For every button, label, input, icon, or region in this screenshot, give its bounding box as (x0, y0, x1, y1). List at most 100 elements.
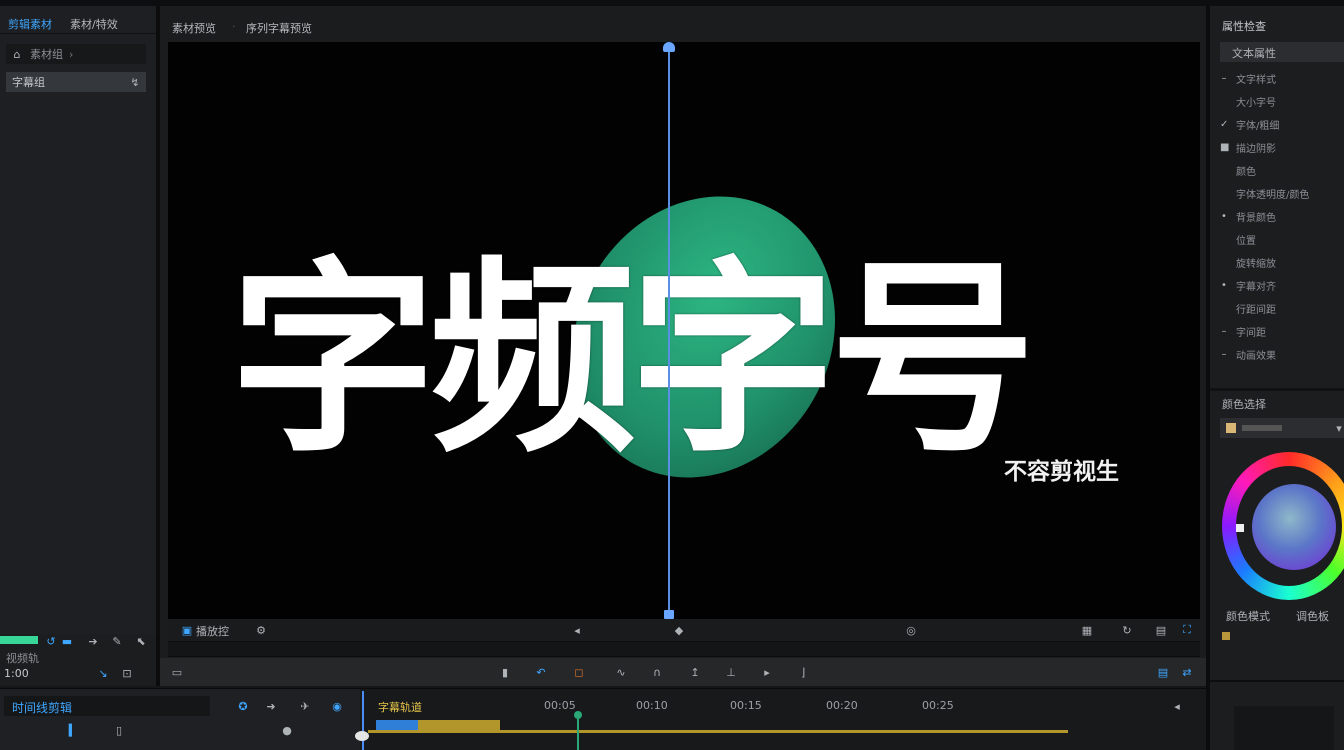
property-row-label: 字体透明度/颜色 (1236, 189, 1310, 201)
select-tool-icon[interactable]: ⬉ (134, 634, 148, 648)
property-row[interactable]: 位置 (1220, 229, 1344, 249)
mute-icon[interactable]: ◂ (570, 623, 584, 637)
left-tool-strip: ↺ ▬ ➔ ✎ ⬉ 视频轨 1:00 ↘ ⊡ (0, 634, 156, 686)
timeline-title: 时间线剪辑 (12, 701, 73, 715)
timeline-track-line (368, 730, 1068, 733)
guide-handle-bottom[interactable] (664, 610, 674, 619)
target-icon[interactable]: ◉ (330, 699, 344, 713)
timeline-clip-selection (376, 720, 418, 730)
tab-separator: · (232, 20, 236, 33)
viewer-scrub-bar[interactable] (168, 641, 1200, 657)
timeline-clip[interactable] (376, 720, 500, 730)
ruler-label-2: 00:10 (636, 699, 668, 712)
property-field[interactable]: 文本属性 (1220, 42, 1344, 62)
level-meter (0, 636, 38, 644)
property-row[interactable]: – 动画效果 (1220, 344, 1344, 364)
property-row[interactable]: 旋转缩放 (1220, 252, 1344, 272)
minus-tool-icon[interactable]: ▬ (60, 634, 74, 648)
track-mute-icon[interactable]: ▯ (112, 723, 126, 737)
snap-icon[interactable]: ∿ (614, 665, 628, 679)
property-row[interactable]: 行距间距 (1220, 298, 1344, 318)
mini-preview (1234, 706, 1334, 750)
next-icon[interactable]: ▸ (760, 665, 774, 679)
settings-icon[interactable]: ⚙ (254, 623, 268, 637)
timecode: 1:00 (4, 667, 29, 680)
keyframe-icon[interactable]: ● (280, 723, 294, 737)
razor-icon[interactable]: ∩ (650, 665, 664, 679)
timeline-settings-icon[interactable]: ◂ (1170, 699, 1184, 713)
tab-media[interactable]: 剪辑素材 (8, 16, 52, 32)
property-row-label: 背景颜色 (1236, 212, 1276, 224)
left-panel-tabbar: 剪辑素材 素材/特效 (0, 12, 156, 34)
vertical-divider-right (1206, 6, 1210, 750)
list-item-selected[interactable]: 字幕组 ↯ (6, 72, 146, 92)
property-row[interactable]: • 字幕对齐 (1220, 275, 1344, 295)
property-row-label: 动画效果 (1236, 350, 1276, 362)
guide-handle-top[interactable] (663, 42, 675, 52)
right-panel-title: 属性检查 (1222, 20, 1266, 33)
playback-label: 播放控 (196, 625, 229, 638)
tab-effects[interactable]: 素材/特效 (70, 16, 118, 32)
monitor-icon[interactable]: ▣ (180, 623, 194, 637)
tab-sequence-preview[interactable]: 序列字幕预览 (246, 20, 312, 36)
chat-icon[interactable]: ▭ (170, 665, 184, 679)
arrow-left-icon[interactable]: ➜ (264, 699, 278, 713)
timeline-title-box: 时间线剪辑 (4, 696, 210, 716)
property-row[interactable]: • 背景颜色 (1220, 206, 1344, 226)
link-track-icon[interactable]: ↘ (96, 666, 110, 680)
color-wheel-handle[interactable] (1236, 524, 1244, 532)
property-row[interactable]: 大小字号 (1220, 91, 1344, 111)
level-icon[interactable]: ⊥ (724, 665, 738, 679)
export-icon[interactable]: ▤ (1156, 665, 1170, 679)
timeline-playhead[interactable] (362, 691, 364, 750)
preview-canvas[interactable]: 字频字号 不容剪视生 (168, 42, 1200, 619)
loop-tool-icon[interactable]: ↺ (44, 634, 58, 648)
palette-swatch[interactable] (1222, 632, 1230, 640)
zoom-icon[interactable]: ◎ (904, 623, 918, 637)
right-lower-divider (1210, 680, 1344, 682)
property-row[interactable]: – 字间距 (1220, 321, 1344, 341)
property-row-label: 字体/粗细 (1236, 120, 1280, 132)
loop-icon[interactable]: ↻ (1120, 623, 1134, 637)
subtitle-text: 不容剪视生 (1004, 459, 1119, 485)
plane-icon[interactable]: ✈ (298, 699, 312, 713)
property-row-label: 字间距 (1236, 327, 1266, 339)
property-row-label: 字幕对齐 (1236, 281, 1276, 293)
pointer-tool-icon[interactable]: ➔ (86, 634, 100, 648)
undo-icon[interactable]: ↶ (534, 665, 548, 679)
property-row-label: 颜色 (1236, 166, 1256, 178)
timeline-marker[interactable] (574, 711, 582, 719)
playhead-knob[interactable] (355, 731, 369, 741)
in-point-icon[interactable]: ▮ (498, 665, 512, 679)
property-row[interactable]: 颜色 (1220, 160, 1344, 180)
property-row[interactable]: ✓ 字体/粗细 (1220, 114, 1344, 134)
crop-icon[interactable]: ◻ (572, 665, 586, 679)
link-icon: ↯ (130, 75, 140, 89)
share-icon[interactable]: ⇄ (1180, 665, 1194, 679)
property-row[interactable]: – 文字样式 (1220, 68, 1344, 88)
pin-icon[interactable]: ↥ (688, 665, 702, 679)
breadcrumb[interactable]: ⌂ 素材组 › (6, 44, 146, 64)
color-wheel-picker[interactable] (1252, 484, 1336, 570)
property-row[interactable]: ■ 描边阴影 (1220, 137, 1344, 157)
tab-source-preview[interactable]: 素材预览 (172, 20, 216, 36)
ripple-icon[interactable]: ✪ (236, 699, 250, 713)
property-row-icon: – (1221, 72, 1227, 84)
color-dropdown[interactable]: ▾ (1220, 418, 1344, 438)
dropdown-value-bar (1242, 425, 1282, 431)
bracket-icon[interactable]: ⌋ (796, 665, 810, 679)
property-field-label: 文本属性 (1232, 47, 1276, 60)
marker-icon[interactable]: ◆ (672, 623, 686, 637)
viewer-controls-top: ▣ 播放控 ⚙ ◂ ◆ ◎ ▦ ↻ ▤ ⛶ (168, 619, 1200, 641)
lock-track-icon[interactable]: ⊡ (120, 666, 134, 680)
property-row[interactable]: 字体透明度/颜色 (1220, 183, 1344, 203)
safe-area-icon[interactable]: ▦ (1080, 623, 1094, 637)
breadcrumb-label: 素材组 (30, 48, 63, 61)
grid-icon[interactable]: ▤ (1154, 623, 1168, 637)
chevron-right-icon: › (69, 47, 74, 61)
fullscreen-icon[interactable]: ⛶ (1180, 623, 1194, 637)
track-toggle-icon[interactable]: ▍ (66, 723, 80, 737)
home-icon: ⌂ (13, 47, 21, 61)
pen-tool-icon[interactable]: ✎ (110, 634, 124, 648)
property-row-label: 大小字号 (1236, 97, 1276, 109)
